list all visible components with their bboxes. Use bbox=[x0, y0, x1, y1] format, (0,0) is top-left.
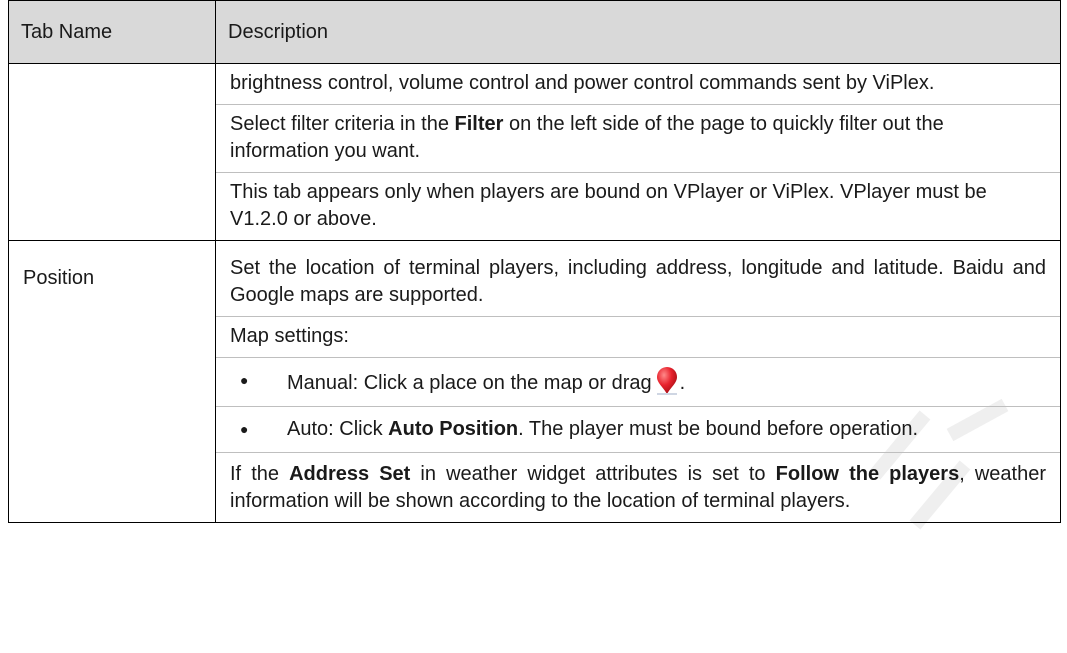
text-run: . The player must be bound before operat… bbox=[518, 418, 919, 440]
description-paragraph: If the Address Set in weather widget att… bbox=[230, 453, 1046, 522]
bold-term: Follow the players bbox=[775, 463, 960, 485]
description-paragraph: This tab appears only when players are b… bbox=[230, 181, 987, 230]
table-row: brightness control, volume control and p… bbox=[8, 63, 1061, 241]
table-header-row: Tab Name Description bbox=[8, 0, 1061, 64]
description-paragraph: Set the location of terminal players, in… bbox=[230, 257, 1046, 306]
header-tab-name: Tab Name bbox=[8, 0, 216, 64]
text-run: Auto: Click bbox=[287, 418, 389, 440]
text-run: Select filter criteria in the bbox=[230, 113, 455, 135]
description-paragraph: Map settings: bbox=[230, 325, 349, 347]
text-run: in weather widget attributes is set to bbox=[410, 463, 776, 485]
bold-term: Address Set bbox=[289, 463, 411, 485]
bullet-dot-icon: ● bbox=[240, 421, 249, 437]
bullet-dot-icon: ● bbox=[240, 372, 249, 388]
description-paragraph: Select filter criteria in the Filter on … bbox=[230, 105, 1046, 172]
text-run: If the bbox=[230, 463, 290, 485]
list-item-text: Manual: Click a place on the map or drag… bbox=[287, 367, 1046, 397]
table-row: Position Set the location of terminal pl… bbox=[8, 240, 1061, 523]
list-item: ● Auto: Click Auto Position. The player … bbox=[230, 407, 1046, 452]
description-table: Tab Name Description brightness control,… bbox=[8, 0, 1061, 523]
description-paragraph: brightness control, volume control and p… bbox=[230, 72, 935, 94]
row-tab-name bbox=[8, 63, 216, 241]
list-item: ● Manual: Click a place on the map or dr… bbox=[230, 358, 1046, 406]
row-description: Set the location of terminal players, in… bbox=[215, 240, 1061, 523]
text-run: Manual: Click a place on the map or drag bbox=[287, 372, 652, 394]
row-description: brightness control, volume control and p… bbox=[215, 63, 1061, 241]
row-tab-name: Position bbox=[8, 240, 216, 523]
bold-term: Auto Position bbox=[388, 418, 519, 440]
list-item-text: Auto: Click Auto Position. The player mu… bbox=[287, 416, 1046, 443]
text-run: . bbox=[679, 372, 686, 394]
header-description: Description bbox=[215, 0, 1061, 64]
bold-term: Filter bbox=[454, 113, 504, 135]
map-pin-icon bbox=[656, 367, 677, 395]
